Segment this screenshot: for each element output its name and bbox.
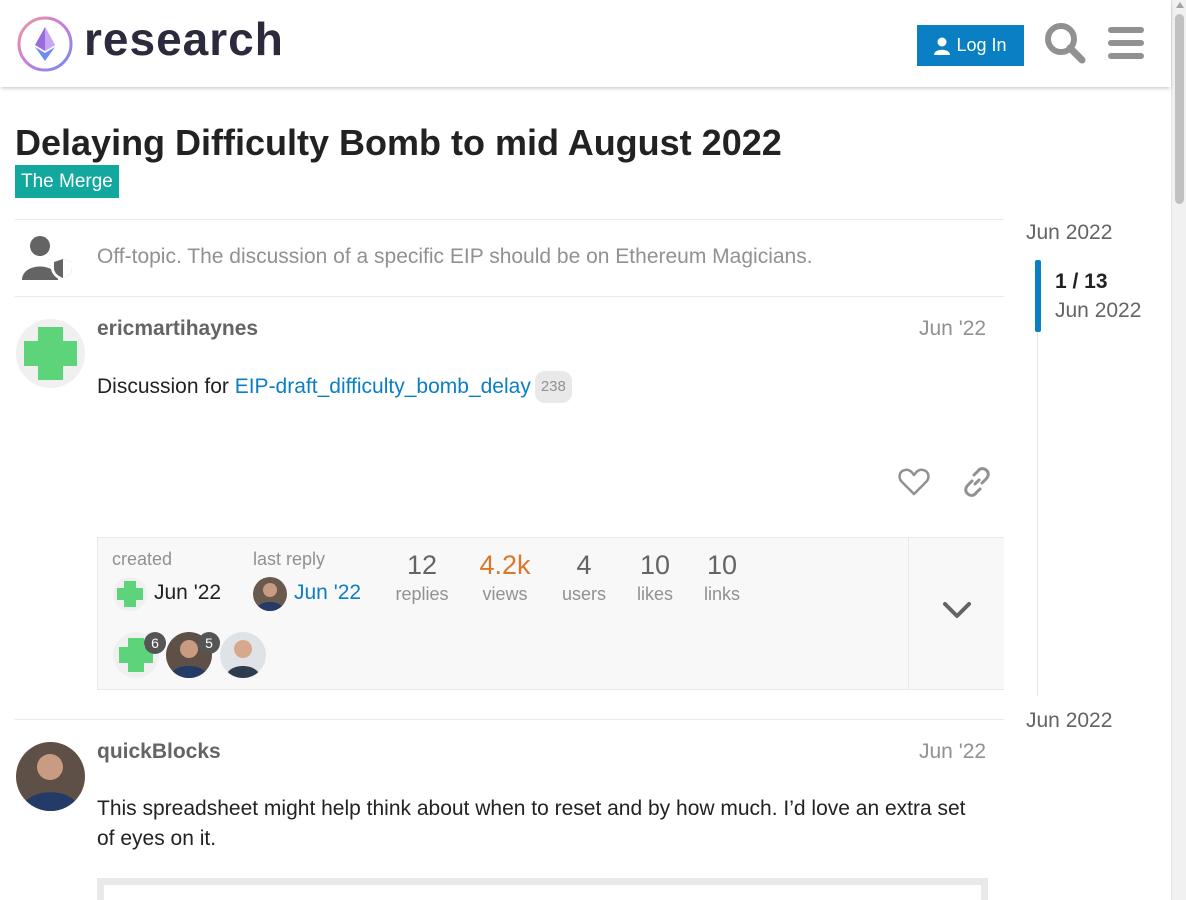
views-count: 4.2k — [479, 550, 531, 580]
avatar-image — [220, 632, 266, 678]
participant-avatar[interactable] — [220, 632, 266, 678]
users-label: users — [561, 584, 606, 604]
research-logo-icon[interactable] — [16, 15, 74, 73]
topic-map-stats: created Jun '22 last reply Jun '22 12 re… — [98, 538, 908, 689]
avatar-image — [253, 577, 287, 611]
post-body: This spreadsheet might help think about … — [97, 797, 966, 850]
heart-icon[interactable] — [898, 466, 930, 498]
site-brand[interactable]: research — [84, 12, 284, 66]
scroll-up-arrow-icon[interactable] — [1176, 2, 1184, 8]
replies-count: 12 — [406, 550, 438, 580]
post-body-text: Discussion for — [97, 375, 235, 398]
divider — [15, 296, 1004, 297]
users-count: 4 — [576, 550, 592, 580]
last-reply-avatar[interactable] — [253, 577, 287, 611]
login-button[interactable]: Log In — [917, 25, 1024, 66]
avatar[interactable] — [16, 742, 85, 811]
topic-title[interactable]: Delaying Difficulty Bomb to mid August 2… — [15, 122, 782, 164]
created-label: created — [112, 549, 173, 569]
post-date[interactable]: Jun '22 — [919, 317, 986, 341]
avatar-image — [113, 577, 147, 611]
hamburger-menu-icon[interactable] — [1103, 20, 1149, 66]
post-username[interactable]: ericmartihaynes — [97, 317, 258, 341]
login-label: Log In — [956, 35, 1007, 55]
category-badge[interactable]: The Merge — [15, 165, 119, 198]
topic-map-expand-button[interactable] — [908, 538, 1004, 689]
small-action-text: Off-topic. The discussion of a specific … — [97, 245, 813, 268]
scrollbar-thumb[interactable] — [1175, 14, 1184, 204]
participant-post-count: 5 — [198, 632, 220, 654]
eip-link[interactable]: EIP-draft_difficulty_bomb_delay — [235, 375, 531, 398]
site-header: research Log In — [0, 0, 1171, 87]
likes-count: 10 — [639, 550, 671, 580]
onebox-content — [104, 885, 981, 900]
last-reply-label: last reply — [253, 549, 326, 569]
replies-label: replies — [395, 584, 449, 604]
created-date: Jun '22 — [154, 581, 222, 604]
links-count: 10 — [706, 550, 738, 580]
post-date[interactable]: Jun '22 — [919, 740, 986, 764]
timeline-handle[interactable] — [1035, 260, 1041, 332]
timeline-position-date: Jun 2022 — [1055, 299, 1142, 322]
views-label: views — [482, 584, 528, 604]
avatar[interactable] — [16, 319, 85, 388]
last-reply-date[interactable]: Jun '22 — [294, 581, 361, 605]
timeline-start-date[interactable]: Jun 2022 — [1026, 221, 1112, 245]
timeline-end-date[interactable]: Jun 2022 — [1026, 709, 1112, 733]
avatar-image — [16, 742, 85, 811]
link-icon[interactable] — [961, 466, 993, 498]
post-username[interactable]: quickBlocks — [97, 740, 221, 764]
spreadsheet-onebox[interactable] — [97, 878, 988, 900]
post-body: Discussion for EIP-draft_difficulty_bomb… — [97, 371, 572, 403]
chevron-down-icon — [943, 602, 971, 618]
user-shield-icon — [22, 236, 75, 281]
user-icon — [934, 37, 951, 55]
avatar-image — [16, 319, 85, 388]
divider — [15, 219, 1004, 220]
creator-avatar[interactable] — [113, 577, 147, 611]
timeline-position: 1 / 13 — [1055, 270, 1108, 293]
divider — [15, 719, 1004, 720]
participant-post-count: 6 — [144, 632, 166, 654]
link-click-count: 238 — [534, 371, 572, 403]
page-scrollbar[interactable] — [1171, 0, 1186, 900]
links-label: links — [703, 584, 740, 604]
search-icon[interactable] — [1042, 20, 1088, 66]
